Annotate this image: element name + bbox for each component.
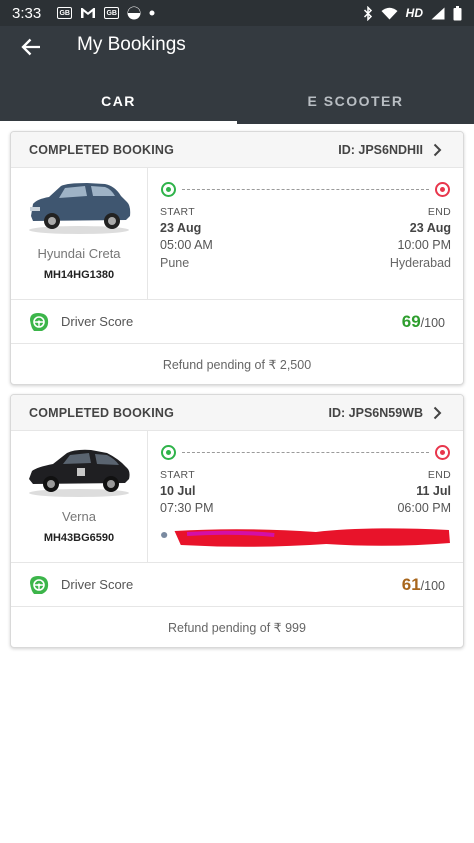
steering-score-icon — [27, 573, 51, 597]
end-location-icon — [435, 445, 450, 460]
start-time: 07:30 PM — [160, 501, 214, 515]
end-time: 06:00 PM — [397, 501, 451, 515]
end-city: Hyderabad — [389, 256, 451, 270]
car-image — [29, 449, 130, 497]
gmail-icon — [80, 7, 96, 19]
driver-score-row: Driver Score 69/100 — [11, 300, 463, 344]
car-image — [29, 183, 131, 234]
dot-icon — [149, 10, 155, 16]
start-location-icon — [161, 182, 176, 197]
driver-score-value: 61/100 — [402, 575, 445, 595]
hd-label: HD — [405, 6, 423, 20]
booking-card[interactable]: COMPLETED BOOKING ID: JPS6NDHII Hyundai … — [10, 131, 464, 385]
end-time: 10:00 PM — [397, 238, 451, 252]
route-line — [160, 178, 451, 200]
chevron-right-icon[interactable] — [433, 406, 445, 420]
start-label: START — [160, 206, 195, 218]
status-time: 3:33 — [12, 4, 42, 22]
driver-score-value: 69/100 — [402, 312, 445, 332]
battery-icon — [453, 5, 462, 21]
trip-start: START 10 Jul 07:30 PM — [160, 469, 214, 515]
end-label: END — [427, 206, 451, 218]
redacted-location — [161, 528, 450, 547]
score-number: 69 — [401, 311, 421, 331]
refund-status: Refund pending of ₹ 2,500 — [162, 357, 312, 372]
steering-score-icon — [27, 310, 51, 334]
trip-info: START 10 Jul 07:30 PM END 11 Jul 06:00 P… — [148, 431, 463, 562]
car-name: Hyundai Creta — [37, 246, 121, 261]
booking-details: Hyundai Creta MH14HG1380 START 23 Aug 05… — [11, 168, 463, 300]
booking-status: COMPLETED BOOKING — [29, 142, 175, 157]
start-location-icon — [161, 445, 176, 460]
chevron-right-icon[interactable] — [433, 143, 445, 157]
car-plate: MH43BG6590 — [43, 532, 115, 544]
pinwheel-icon — [127, 6, 141, 20]
arrow-left-icon[interactable] — [18, 34, 44, 60]
end-location-icon — [435, 182, 450, 197]
driver-score-label: Driver Score — [61, 577, 134, 592]
trip-end: END 11 Jul 06:00 PM — [397, 469, 451, 515]
gsm-box-icon: GB — [104, 7, 120, 19]
tab-car[interactable]: CAR — [0, 82, 237, 124]
start-date: 10 Jul — [160, 484, 196, 498]
trip-info: START 23 Aug 05:00 AM Pune END 23 Aug 10… — [148, 168, 463, 299]
start-label: START — [160, 469, 195, 481]
notification-icons: GB GB — [57, 6, 155, 20]
route-divider — [182, 452, 429, 453]
car-plate: MH14HG1380 — [43, 269, 115, 281]
booking-card-header[interactable]: COMPLETED BOOKING ID: JPS6N59WB — [11, 395, 463, 431]
booking-id: ID: JPS6N59WB — [328, 405, 423, 420]
booking-status: COMPLETED BOOKING — [29, 405, 175, 420]
route-divider — [182, 189, 429, 190]
start-date: 23 Aug — [160, 221, 202, 235]
end-date: 23 Aug — [409, 221, 451, 235]
car-name: Verna — [62, 509, 96, 524]
vehicle-info: Verna MH43BG6590 — [11, 431, 148, 562]
signal-icon — [431, 7, 445, 20]
gsm-box-icon: GB — [57, 7, 73, 19]
score-number: 61 — [401, 574, 421, 594]
app-bar: My Bookings CAR E SCOOTER — [0, 26, 474, 124]
vehicle-info: Hyundai Creta MH14HG1380 — [11, 168, 148, 299]
driver-score-row: Driver Score 61/100 — [11, 563, 463, 607]
booking-id: ID: JPS6NDHII — [338, 142, 423, 157]
booking-card-header[interactable]: COMPLETED BOOKING ID: JPS6NDHII — [11, 132, 463, 168]
tab-bar: CAR E SCOOTER — [0, 82, 474, 124]
booking-details: Verna MH43BG6590 START 10 Jul 07:30 PM E… — [11, 431, 463, 563]
page-title: My Bookings — [77, 34, 186, 55]
score-max: /100 — [420, 315, 445, 330]
wifi-icon — [381, 7, 398, 20]
score-max: /100 — [420, 578, 445, 593]
system-icons: HD — [363, 5, 462, 21]
route-line — [160, 441, 451, 463]
trip-start: START 23 Aug 05:00 AM Pune — [160, 206, 213, 270]
trip-end: END 23 Aug 10:00 PM Hyderabad — [390, 206, 451, 270]
start-city: Pune — [160, 256, 190, 270]
booking-card[interactable]: COMPLETED BOOKING ID: JPS6N59WB Verna MH… — [10, 394, 464, 648]
tab-e-scooter[interactable]: E SCOOTER — [237, 82, 474, 124]
end-date: 11 Jul — [416, 484, 451, 498]
status-bar: 3:33 GB GB HD — [0, 0, 474, 26]
refund-status: Refund pending of ₹ 999 — [168, 620, 306, 635]
driver-score-label: Driver Score — [61, 314, 134, 329]
start-time: 05:00 AM — [160, 238, 213, 252]
end-label: END — [427, 469, 451, 481]
bluetooth-icon — [363, 5, 373, 21]
